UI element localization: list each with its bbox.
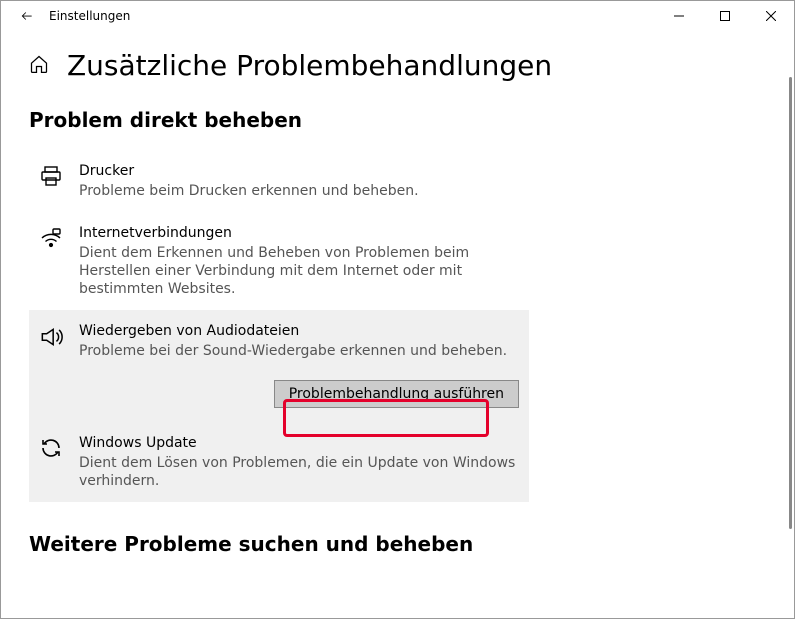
section-heading-more: Weitere Probleme suchen und beheben [29, 532, 766, 556]
section-heading-fix: Problem direkt beheben [29, 108, 766, 132]
printer-icon [37, 162, 65, 188]
page-title: Zusätzliche Problembehandlungen [67, 49, 552, 82]
troubleshooter-internet[interactable]: Internetverbindungen Dient dem Erkennen … [29, 212, 529, 310]
troubleshooter-windows-update[interactable]: Windows Update Dient dem Lösen von Probl… [29, 422, 529, 502]
maximize-button[interactable] [702, 1, 748, 31]
item-desc: Probleme bei der Sound-Wiedergabe erkenn… [79, 342, 519, 360]
item-desc: Dient dem Erkennen und Beheben von Probl… [79, 244, 519, 298]
item-desc: Probleme beim Drucken erkennen und beheb… [79, 182, 519, 200]
troubleshooter-list: Drucker Probleme beim Drucken erkennen u… [29, 150, 529, 372]
titlebar: Einstellungen [1, 1, 794, 31]
troubleshooter-printer[interactable]: Drucker Probleme beim Drucken erkennen u… [29, 150, 529, 212]
minimize-button[interactable] [656, 1, 702, 31]
troubleshooter-audio[interactable]: Wiedergeben von Audiodateien Probleme be… [29, 310, 529, 372]
item-title: Internetverbindungen [79, 224, 519, 242]
run-troubleshooter-button[interactable]: Problembehandlung ausführen [274, 380, 519, 408]
wifi-icon [37, 224, 65, 250]
back-button[interactable] [13, 2, 41, 30]
close-button[interactable] [748, 1, 794, 31]
item-title: Wiedergeben von Audiodateien [79, 322, 519, 340]
sync-icon [37, 434, 65, 460]
run-row: Problembehandlung ausführen [29, 372, 529, 422]
home-icon[interactable] [29, 54, 49, 78]
item-desc: Dient dem Lösen von Problemen, die ein U… [79, 454, 519, 490]
window-title: Einstellungen [49, 9, 130, 23]
content-area: Zusätzliche Problembehandlungen Problem … [1, 31, 794, 618]
item-title: Drucker [79, 162, 519, 180]
item-title: Windows Update [79, 434, 519, 452]
scrollbar[interactable] [789, 77, 792, 529]
speaker-icon [37, 322, 65, 350]
